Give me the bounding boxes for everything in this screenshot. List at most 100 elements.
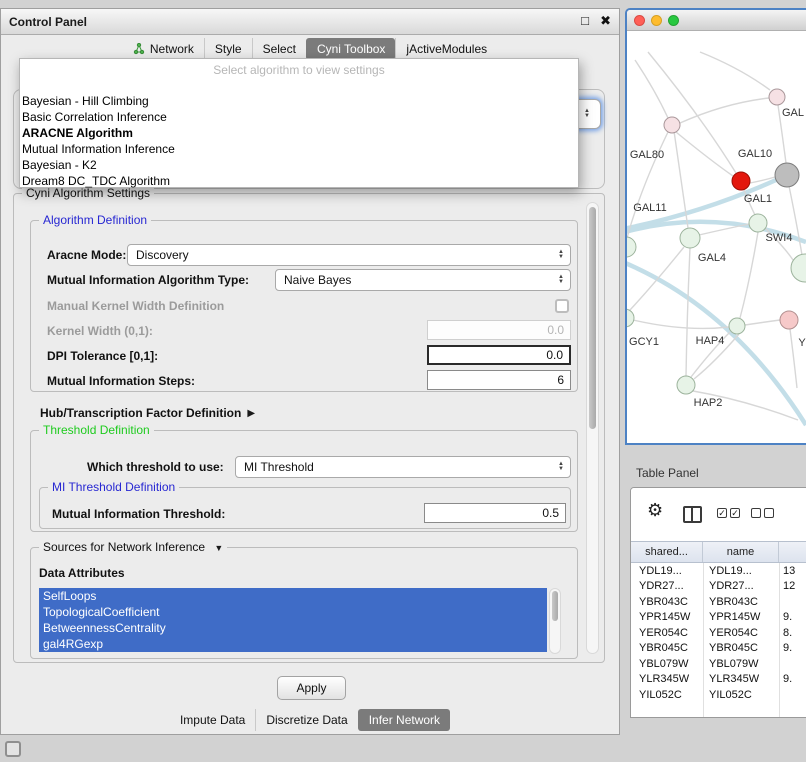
network-window-titlebar <box>627 10 806 31</box>
table-row[interactable]: YPR145WYPR145W9. <box>631 610 806 626</box>
table-cell: YDR27... <box>631 580 703 592</box>
network-node[interactable] <box>627 309 634 327</box>
settings-scrollbar[interactable] <box>586 202 599 654</box>
cyni-algorithm-settings-group: Cyni Algorithm Settings Algorithm Defini… <box>13 193 605 663</box>
network-canvas-svg[interactable]: GAL80GALGAL10GAL11GAL1SWI4GAL4GCY1HAP4YH… <box>627 30 806 443</box>
close-traffic-light[interactable] <box>634 15 645 26</box>
network-node[interactable] <box>677 376 695 394</box>
network-node[interactable] <box>780 311 798 329</box>
table-panel-title: Table Panel <box>636 466 699 480</box>
tab-select[interactable]: Select <box>252 38 306 60</box>
network-node[interactable] <box>791 254 806 282</box>
kernel-width-field[interactable]: 0.0 <box>427 320 571 340</box>
zoom-traffic-light[interactable] <box>668 15 679 26</box>
table-row[interactable]: YDL19...YDL19...13 <box>631 563 806 579</box>
table-panel-window: ⚙ ✓ ✓ shared...name YDL19...YDL19...13YD… <box>630 487 806 718</box>
tab-jactivemodules[interactable]: jActiveModules <box>395 38 497 60</box>
tab-discretize-data[interactable]: Discretize Data <box>255 709 357 731</box>
attribute-list-item[interactable]: SelfLoops <box>39 588 547 604</box>
table-row[interactable]: YBR043CYBR043C <box>631 594 806 610</box>
algorithm-option[interactable]: ARACNE Algorithm <box>20 125 578 141</box>
tab-network[interactable]: Network <box>123 38 204 60</box>
network-edge[interactable] <box>745 320 780 325</box>
network-edge[interactable] <box>686 248 690 376</box>
which-threshold-combobox[interactable]: MI Threshold ▲▼ <box>235 456 571 478</box>
column-header[interactable] <box>779 542 806 562</box>
network-edge[interactable] <box>633 320 729 328</box>
dpi-tolerance-field[interactable]: 0.0 <box>427 345 571 365</box>
tab-label: Discretize Data <box>266 713 347 727</box>
table-cell: YDL19... <box>631 565 703 577</box>
network-node[interactable] <box>769 89 785 105</box>
tab-style[interactable]: Style <box>204 38 252 60</box>
network-edge[interactable] <box>740 232 758 318</box>
table-cell: YBL079W <box>631 658 703 670</box>
collapsed-panel-icon[interactable] <box>5 741 21 757</box>
algorithm-option[interactable]: Dream8 DC_TDC Algorithm <box>20 173 578 189</box>
network-edge[interactable] <box>635 60 668 118</box>
tab-cyni-toolbox[interactable]: Cyni Toolbox <box>306 38 395 60</box>
network-edge[interactable] <box>700 52 770 90</box>
network-tab-icon <box>133 43 145 55</box>
aracne-mode-combobox[interactable]: Discovery ▲▼ <box>127 244 571 266</box>
table-cell: YDL19... <box>703 565 779 577</box>
dropdown-spacer <box>20 81 578 93</box>
network-node[interactable] <box>664 117 680 133</box>
apply-button[interactable]: Apply <box>277 676 346 700</box>
column-selector-icon[interactable] <box>683 506 702 523</box>
data-attributes-label: Data Attributes <box>39 566 125 580</box>
tab-impute-data[interactable]: Impute Data <box>170 709 255 731</box>
table-row[interactable]: YBR045CYBR045C9. <box>631 641 806 657</box>
hub-definition-expander[interactable]: Hub/Transcription Factor Definition ▶ <box>40 406 255 420</box>
algorithm-option[interactable]: Bayesian - Hill Climbing <box>20 93 578 109</box>
tab-infer-network[interactable]: Infer Network <box>358 709 450 731</box>
network-node-label: HAP2 <box>694 397 723 409</box>
algorithm-option[interactable]: Bayesian - K2 <box>20 157 578 173</box>
combobox-arrows-icon: ▲▼ <box>554 462 568 472</box>
network-edge[interactable] <box>790 329 797 388</box>
table-row[interactable]: YDR27...YDR27...12 <box>631 579 806 595</box>
algorithm-option[interactable]: Mutual Information Inference <box>20 141 578 157</box>
network-edge[interactable] <box>699 224 749 235</box>
table-settings-gear-icon[interactable]: ⚙ <box>647 500 663 521</box>
table-row[interactable]: YIL052CYIL052C <box>631 687 806 703</box>
network-node-label: GAL4 <box>698 252 726 264</box>
network-node[interactable] <box>775 163 799 187</box>
column-header[interactable]: shared... <box>631 542 703 562</box>
float-window-button[interactable]: □ <box>581 13 589 28</box>
network-node[interactable] <box>732 172 750 190</box>
network-edge[interactable] <box>789 186 802 255</box>
attribute-list-item[interactable]: TopologicalCoefficient <box>39 604 547 620</box>
mi-threshold-field[interactable]: 0.5 <box>424 503 566 523</box>
table-row[interactable]: YLR345WYLR345W9. <box>631 672 806 688</box>
table-row[interactable]: YBL079WYBL079W <box>631 656 806 672</box>
settings-scrollbar-thumb[interactable] <box>589 207 596 429</box>
attributes-scrollbar-thumb[interactable] <box>552 591 558 621</box>
select-all-checkboxes-icon[interactable]: ✓ ✓ <box>717 508 740 518</box>
table-cell: 12 <box>779 580 806 592</box>
close-window-button[interactable]: ✖ <box>600 13 611 29</box>
sources-group: Sources for Network Inference ▼ Data Att… <box>30 547 578 659</box>
algorithm-dropdown-placeholder: Select algorithm to view settings <box>20 59 578 81</box>
tab-label: Infer Network <box>369 713 440 727</box>
kernel-width-label: Kernel Width (0,1): <box>47 324 153 338</box>
network-node[interactable] <box>680 228 700 248</box>
table-cell: YLR345W <box>703 673 779 685</box>
mi-algorithm-type-combobox[interactable]: Naive Bayes ▲▼ <box>275 269 571 291</box>
table-row[interactable]: YER054CYER054C8. <box>631 625 806 641</box>
deselect-all-checkboxes-icon[interactable] <box>751 508 774 518</box>
attributes-scrollbar[interactable] <box>549 588 561 654</box>
attribute-list-item[interactable]: gal4RGexp <box>39 636 547 652</box>
attribute-list-item[interactable]: BetweennessCentrality <box>39 620 547 636</box>
column-header[interactable]: name <box>703 542 779 562</box>
which-threshold-label: Which threshold to use: <box>87 460 224 474</box>
sources-group-title[interactable]: Sources for Network Inference ▼ <box>39 540 227 554</box>
network-node[interactable] <box>627 237 636 257</box>
minimize-traffic-light[interactable] <box>651 15 662 26</box>
algorithm-option[interactable]: Basic Correlation Inference <box>20 109 578 125</box>
which-threshold-value: MI Threshold <box>236 460 554 474</box>
network-node[interactable] <box>749 214 767 232</box>
network-node[interactable] <box>729 318 745 334</box>
mi-steps-field[interactable]: 6 <box>427 370 571 390</box>
manual-kernel-width-checkbox[interactable] <box>555 299 569 313</box>
